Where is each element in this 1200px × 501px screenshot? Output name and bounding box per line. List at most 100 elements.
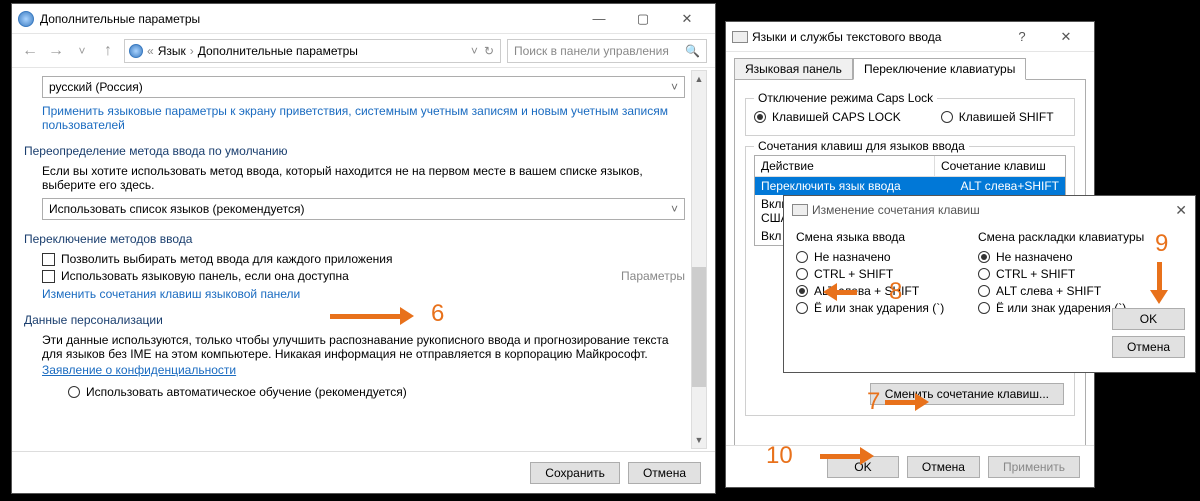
nav-bar: ← → ˅ ↑ « Язык › Дополнительные параметр… [12,34,715,68]
column-input-lang: Смена языка ввода Не назначено CTRL + SH… [796,230,964,318]
tab-language-bar[interactable]: Языковая панель [734,58,853,80]
radio-caps-lock[interactable]: Клавишей CAPS LOCK [754,110,901,124]
column-action: Действие [755,156,935,176]
radio-grave[interactable]: Ё или знак ударения (`) [796,301,964,315]
checkbox-lang-bar[interactable]: Использовать языковую панель, если она д… [42,269,685,283]
radio-icon [978,285,990,297]
scroll-thumb[interactable] [692,267,706,387]
chevron-right-icon: › [190,44,194,58]
change-hotkey-button[interactable]: Сменить сочетание клавиш... [870,383,1064,405]
radio-ctrl-shift[interactable]: CTRL + SHIFT [978,267,1146,281]
breadcrumb-item[interactable]: Дополнительные параметры [198,44,358,58]
radio-alt-shift[interactable]: ALT слева + SHIFT [978,284,1146,298]
breadcrumb-sep: « [147,44,154,58]
tab-keyboard-switch[interactable]: Переключение клавиатуры [853,58,1026,80]
radio-label: CTRL + SHIFT [996,267,1075,281]
minimize-button[interactable]: — [577,5,621,33]
radio-icon [68,386,80,398]
checkbox-icon [42,253,55,266]
column-head: Смена языка ввода [796,230,964,244]
group-title: Сочетания клавиш для языков ввода [754,139,969,153]
window-title: Языки и службы текстового ввода [752,30,1000,44]
globe-icon [129,44,143,58]
radio-shift[interactable]: Клавишей SHIFT [941,110,1054,124]
window-title: Дополнительные параметры [40,12,577,26]
radio-label: ALT слева + SHIFT [996,284,1101,298]
search-input[interactable]: Поиск в панели управления 🔍 [507,39,707,63]
checkbox-per-app[interactable]: Позволить выбирать метод ввода для каждо… [42,252,685,266]
radio-icon [978,268,990,280]
radio-icon [796,268,808,280]
checkbox-icon [42,270,55,283]
params-link: Параметры [621,269,685,283]
radio-none[interactable]: Не назначено [796,250,964,264]
refresh-icon[interactable]: ↻ [484,44,494,58]
group-title: Отключение режима Caps Lock [754,91,937,105]
radio-label: Использовать автоматическое обучение (ре… [86,385,407,399]
radio-icon [796,251,808,263]
radio-label: Ё или знак ударения (`) [996,301,1126,315]
select-value: русский (Россия) [49,80,143,94]
privacy-link[interactable]: Заявление о конфиденциальности [42,363,685,377]
column-layout: Смена раскладки клавиатуры Не назначено … [978,230,1146,318]
radio-auto-learn[interactable]: Использовать автоматическое обучение (ре… [68,385,685,399]
tab-strip: Языковая панель Переключение клавиатуры [726,52,1094,79]
radio-label: Не назначено [996,250,1073,264]
apply-to-welcome-link[interactable]: Применить языковые параметры к экрану пр… [42,104,685,132]
checkbox-label: Использовать языковую панель, если она д… [61,269,349,283]
radio-alt-shift[interactable]: ALT слева + SHIFT [796,284,964,298]
cell-action: Переключить язык ввода [755,177,935,195]
close-button[interactable]: ✕ [1175,202,1187,219]
language-override-select[interactable]: русский (Россия) ˅ [42,76,685,98]
close-button[interactable]: ✕ [665,5,709,33]
chevron-down-icon: ˅ [671,202,678,216]
radio-label: ALT слева + SHIFT [814,284,919,298]
scroll-up-icon[interactable]: ▲ [692,71,706,87]
footer: Сохранить Отмена [12,451,715,493]
radio-label: Клавишей SHIFT [959,110,1054,124]
change-hotkey-modal: Изменение сочетания клавиш ✕ Смена языка… [783,195,1196,373]
change-hotkeys-link[interactable]: Изменить сочетания клавиш языковой панел… [42,287,685,301]
radio-label: Клавишей CAPS LOCK [772,110,901,124]
help-button[interactable]: ? [1000,23,1044,51]
radio-label: Не назначено [814,250,891,264]
breadcrumb-item[interactable]: Язык [158,44,186,58]
footer: OK Отмена Применить [726,445,1094,487]
scrollbar[interactable]: ▲ ▼ [691,70,707,449]
keyboard-icon [792,204,808,216]
nav-back[interactable]: ← [20,42,40,60]
scroll-down-icon[interactable]: ▼ [692,432,706,448]
nav-forward[interactable]: → [46,42,66,60]
ok-button[interactable]: OK [827,456,899,478]
checkbox-label: Позволить выбирать метод ввода для каждо… [61,252,392,266]
radio-none[interactable]: Не назначено [978,250,1146,264]
radio-icon [978,302,990,314]
save-button[interactable]: Сохранить [530,462,620,484]
select-value: Использовать список языков (рекомендуетс… [49,202,305,216]
table-header: Действие Сочетание клавиш [755,156,1065,177]
cancel-button[interactable]: Отмена [907,456,980,478]
radio-icon [796,302,808,314]
cancel-button[interactable]: Отмена [1112,336,1185,358]
globe-icon [18,11,34,27]
input-method-select[interactable]: Использовать список языков (рекомендуетс… [42,198,685,220]
radio-icon [941,111,953,123]
cancel-button[interactable]: Отмена [628,462,701,484]
radio-icon [796,285,808,297]
radio-ctrl-shift[interactable]: CTRL + SHIFT [796,267,964,281]
column-combo: Сочетание клавиш [935,156,1065,176]
radio-label: Ё или знак ударения (`) [814,301,944,315]
apply-button[interactable]: Применить [988,456,1080,478]
search-icon: 🔍 [685,44,700,58]
column-head: Смена раскладки клавиатуры [978,230,1146,244]
nav-up[interactable]: ↑ [98,42,118,60]
ok-button[interactable]: OK [1112,308,1185,330]
titlebar: Дополнительные параметры — ▢ ✕ [12,4,715,34]
close-button[interactable]: ✕ [1044,23,1088,51]
table-row[interactable]: Переключить язык ввода ALT слева+SHIFT [755,177,1065,195]
maximize-button[interactable]: ▢ [621,5,665,33]
nav-history[interactable]: ˅ [72,44,92,58]
chevron-down-icon[interactable]: ˅ [471,44,478,58]
section-personalization: Данные персонализации [24,313,685,327]
breadcrumb[interactable]: « Язык › Дополнительные параметры ˅ ↻ [124,39,501,63]
